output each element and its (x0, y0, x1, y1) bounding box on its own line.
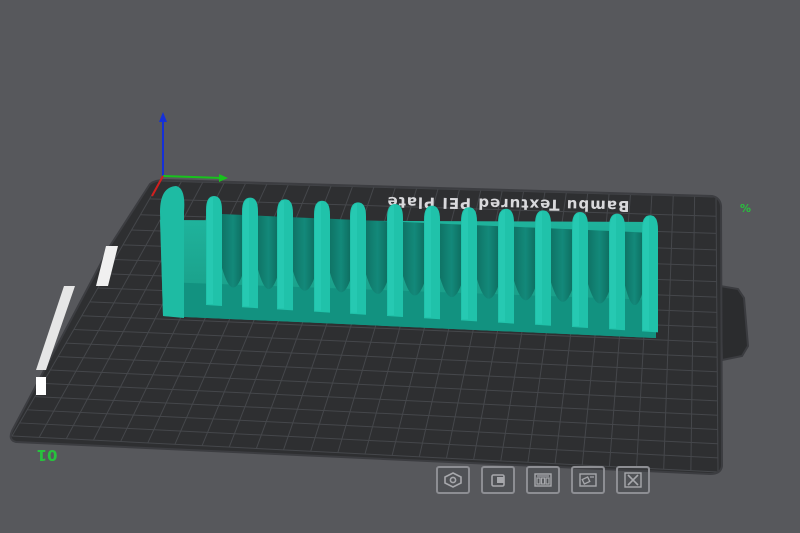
model-fin-highlight (351, 203, 357, 313)
model-slot (330, 218, 352, 293)
arrange-icon (534, 473, 552, 487)
model-fin-highlight (462, 208, 468, 320)
model-fin-highlight (278, 200, 284, 309)
model-slot (551, 228, 574, 302)
lock-plate-icon (491, 474, 505, 487)
model-fin-highlight (207, 197, 213, 304)
lock-plate-button[interactable] (481, 466, 515, 494)
model-slot (477, 225, 500, 299)
remove-plate-button[interactable] (616, 466, 650, 494)
model-slot (514, 226, 537, 301)
model-fin-highlight (643, 216, 649, 331)
model-fin-highlight (573, 213, 579, 326)
model-slot (588, 230, 611, 304)
model-fin-highlight (388, 205, 394, 315)
model-fin-highlight (315, 201, 321, 311)
model-slot (258, 215, 279, 290)
model-fin-highlight (243, 198, 249, 307)
close-icon (624, 472, 642, 488)
model-slot (293, 217, 316, 291)
plate-number[interactable]: 01 (37, 446, 58, 464)
plate-toolbar (436, 466, 650, 494)
plate-settings-icon (579, 473, 597, 487)
model-slot (403, 222, 426, 296)
3d-viewport[interactable]: Bambu Textured PEI Plate 01 % (0, 0, 800, 533)
model-fin-highlight (610, 214, 616, 329)
plate-settings-button[interactable] (571, 466, 605, 494)
model-fin-highlight (499, 209, 505, 322)
plate-handle (718, 284, 750, 362)
arrange-button[interactable] (526, 466, 560, 494)
orient-icon (444, 472, 462, 488)
model-fin-highlight (536, 211, 542, 324)
model-slot (366, 220, 389, 294)
model-slot (222, 214, 244, 288)
model-slot (625, 231, 644, 306)
model-slot (440, 223, 463, 298)
model-fin-highlight (425, 206, 431, 318)
orient-button[interactable] (436, 466, 470, 494)
plate-corner-marker: % (740, 202, 751, 215)
